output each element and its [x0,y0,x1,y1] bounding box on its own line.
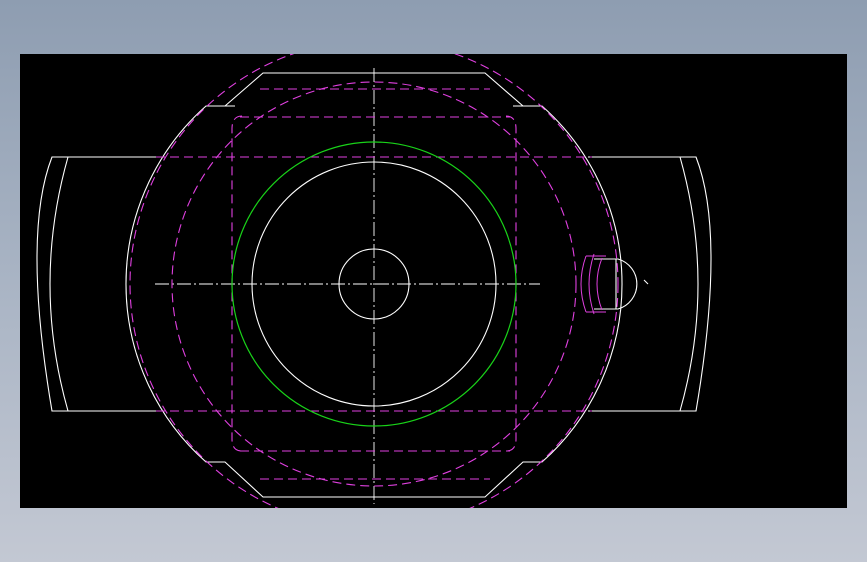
cad-viewport[interactable] [20,54,847,508]
right-flange-inner-arc [679,156,699,412]
side-plug-thread-2 [588,253,595,315]
side-plug [580,253,649,315]
cad-drawing [36,54,712,508]
centerlines [155,68,540,504]
side-plug-thread-3 [596,257,603,311]
side-plug-thread-1 [580,255,587,313]
hidden-left-seat [231,115,243,452]
side-plug-tip [643,279,649,285]
hidden-right-seat [505,115,517,452]
left-flange-inner-arc [49,156,69,412]
right-flange-outline [588,156,712,412]
left-flange-outline [36,156,160,412]
right-flange [588,156,712,412]
left-flange [36,156,160,412]
